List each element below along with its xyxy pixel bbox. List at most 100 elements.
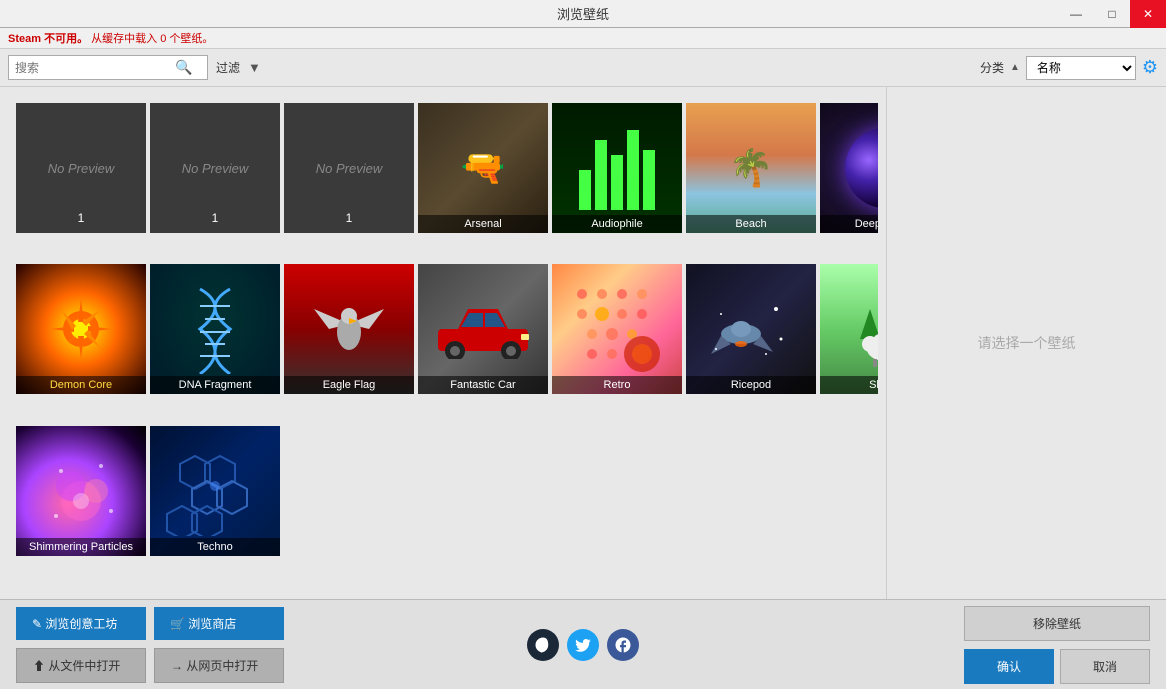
titlebar: 浏览壁纸 — □ ✕ — [0, 0, 1166, 28]
right-panel: 请选择一个壁纸 — [886, 87, 1166, 599]
main-area: No Preview 1 No Preview 1 No Preview 1 — [0, 87, 1166, 599]
search-icon[interactable]: 🔍 — [175, 59, 192, 76]
window-title: 浏览壁纸 — [557, 4, 609, 23]
item-label: Fantastic Car — [418, 376, 548, 394]
bar — [611, 155, 623, 210]
steam-status-bar: Steam 不可用。 从缓存中载入 0 个壁纸。 — [0, 28, 1166, 49]
wallpaper-thumbnail — [16, 426, 146, 556]
dna-visual — [185, 284, 245, 374]
wallpaper-thumbnail — [820, 103, 878, 233]
wallpaper-item[interactable]: No Preview 1 — [16, 103, 146, 233]
item-label: Shimmering Particles — [16, 538, 146, 556]
cancel-button[interactable]: 取消 — [1060, 649, 1150, 684]
open-web-button[interactable]: → 从网页中打开 — [154, 648, 284, 683]
toolbar: 🔍 过滤 ▼ 分类 ▲ 名称 日期 大小 ⚙ — [0, 49, 1166, 87]
item-label: Demon Core — [16, 376, 146, 394]
wallpaper-item[interactable]: Shimmering Particles — [16, 426, 146, 556]
wallpaper-thumbnail — [552, 103, 682, 233]
wallpaper-item[interactable]: Deep Space — [820, 103, 878, 233]
item-label: Deep Space — [820, 215, 878, 233]
item-count: 1 — [212, 211, 219, 225]
bottom-row-1: ✎ 浏览创意工坊 🛒 浏览商店 — [16, 607, 284, 640]
item-label: Beach — [686, 215, 816, 233]
sheep-visual — [840, 289, 878, 369]
bar — [627, 130, 639, 210]
gun-icon: 🔫 — [461, 147, 506, 189]
item-label: Ricepod — [686, 376, 816, 394]
item-label: Techno — [150, 538, 280, 556]
bottom-right-actions: 移除壁纸 确认 取消 — [964, 606, 1150, 684]
no-preview-text: No Preview — [316, 161, 382, 176]
search-input[interactable] — [15, 61, 175, 75]
item-label: DNA Fragment — [150, 376, 280, 394]
retro-visual — [567, 279, 667, 379]
minimize-button[interactable]: — — [1058, 0, 1094, 28]
filter-label: 过滤 — [216, 59, 240, 76]
item-label: Retro — [552, 376, 682, 394]
maximize-button[interactable]: □ — [1094, 0, 1130, 28]
sort-section: 分类 ▲ 名称 日期 大小 ⚙ — [980, 56, 1158, 80]
wallpaper-thumbnail: 🌴 — [686, 103, 816, 233]
item-count: 1 — [78, 211, 85, 225]
facebook-social-icon[interactable] — [607, 629, 639, 661]
wallpaper-thumbnail — [16, 264, 146, 394]
wallpaper-item[interactable]: Sheep — [820, 264, 878, 394]
close-button[interactable]: ✕ — [1130, 0, 1166, 28]
bottom-bar: ✎ 浏览创意工坊 🛒 浏览商店 ⬆ 从文件中打开 → 从网页中打开 移除壁纸 — [0, 599, 1166, 689]
sort-label: 分类 — [980, 59, 1004, 76]
wallpaper-item[interactable]: No Preview 1 — [150, 103, 280, 233]
wallpaper-item[interactable]: Eagle Flag — [284, 264, 414, 394]
bar — [579, 170, 591, 210]
wallpaper-grid: No Preview 1 No Preview 1 No Preview 1 — [8, 95, 878, 591]
browse-store-button[interactable]: 🛒 浏览商店 — [154, 607, 284, 640]
wallpaper-thumbnail — [150, 264, 280, 394]
wallpaper-item[interactable]: Techno — [150, 426, 280, 556]
twitter-social-icon[interactable] — [567, 629, 599, 661]
wallpaper-thumbnail — [552, 264, 682, 394]
wallpaper-item[interactable]: Demon Core — [16, 264, 146, 394]
wallpaper-item[interactable]: DNA Fragment — [150, 264, 280, 394]
confirm-button[interactable]: 确认 — [964, 649, 1054, 684]
wallpaper-thumbnail — [686, 264, 816, 394]
wallpaper-thumbnail — [284, 264, 414, 394]
audio-bars — [552, 116, 682, 220]
wallpaper-item[interactable]: No Preview 1 — [284, 103, 414, 233]
window-controls: — □ ✕ — [1058, 0, 1166, 28]
wallpaper-item[interactable]: Retro — [552, 264, 682, 394]
item-label: Arsenal — [418, 215, 548, 233]
item-label: Eagle Flag — [284, 376, 414, 394]
wallpaper-thumbnail: 🔫 — [418, 103, 548, 233]
galaxy-visual — [845, 128, 878, 208]
no-preview-text: No Preview — [182, 161, 248, 176]
shimmer-visual — [41, 451, 121, 531]
item-label: Sheep — [820, 376, 878, 394]
wallpaper-item[interactable]: Fantastic Car — [418, 264, 548, 394]
eagle-visual — [309, 294, 389, 364]
open-file-button[interactable]: ⬆ 从文件中打开 — [16, 648, 146, 683]
steam-social-icon[interactable] — [527, 629, 559, 661]
steam-cache-info: 从缓存中载入 0 个壁纸。 — [91, 33, 213, 45]
sort-select[interactable]: 名称 日期 大小 — [1026, 56, 1136, 80]
wallpaper-thumbnail — [820, 264, 878, 394]
techno-visual — [165, 446, 265, 536]
social-icons — [527, 629, 639, 661]
no-preview-text: No Preview — [48, 161, 114, 176]
wallpaper-thumbnail — [150, 426, 280, 556]
confirm-cancel-row: 确认 取消 — [964, 649, 1150, 684]
wallpaper-thumbnail — [418, 264, 548, 394]
settings-icon[interactable]: ⚙ — [1142, 57, 1158, 78]
sort-direction-icon[interactable]: ▲ — [1010, 62, 1020, 73]
explosion-visual — [46, 294, 116, 364]
wallpaper-item[interactable]: Audiophile — [552, 103, 682, 233]
filter-icon[interactable]: ▼ — [248, 60, 261, 75]
wallpaper-item[interactable]: 🌴 Beach — [686, 103, 816, 233]
steam-unavailable-text: Steam 不可用。 — [8, 33, 88, 45]
browse-workshop-button[interactable]: ✎ 浏览创意工坊 — [16, 607, 146, 640]
wallpaper-item[interactable]: 🔫 Arsenal — [418, 103, 548, 233]
bar — [595, 140, 607, 210]
bar — [643, 150, 655, 210]
remove-wallpaper-button[interactable]: 移除壁纸 — [964, 606, 1150, 641]
item-count: 1 — [346, 211, 353, 225]
left-panel: No Preview 1 No Preview 1 No Preview 1 — [0, 87, 886, 599]
wallpaper-item[interactable]: Ricepod — [686, 264, 816, 394]
